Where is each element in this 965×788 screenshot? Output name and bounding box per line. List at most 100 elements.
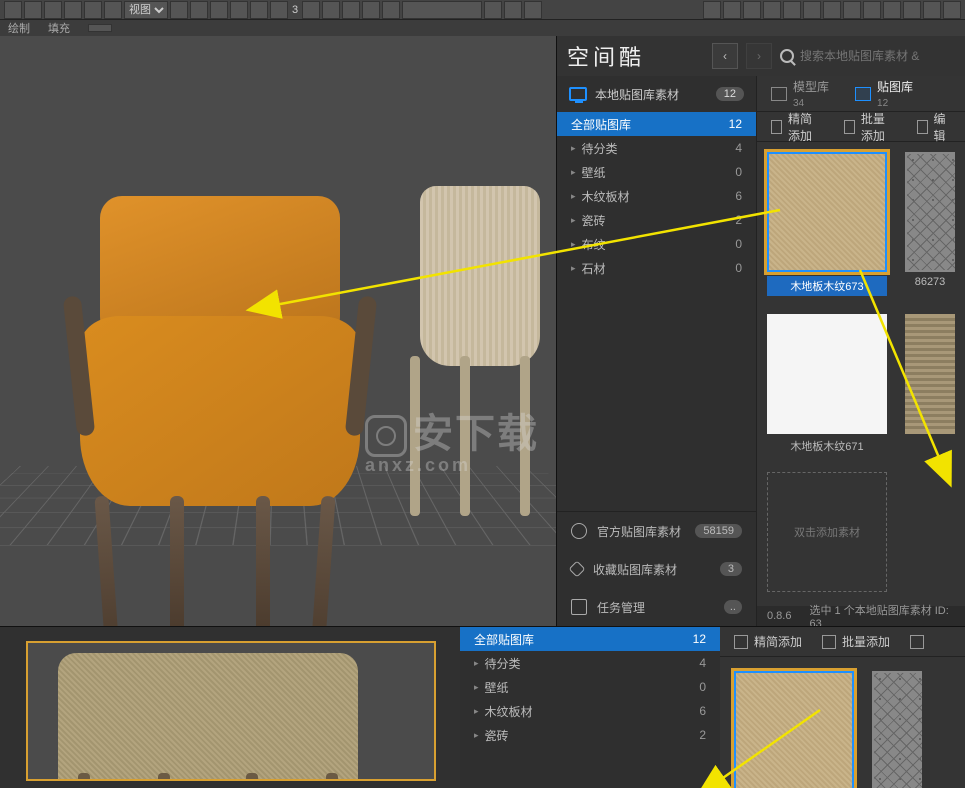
tool-btn[interactable] (210, 1, 228, 19)
category-label: 布纹 (582, 236, 606, 253)
tool-btn[interactable] (230, 1, 248, 19)
category-label: 石材 (582, 260, 606, 277)
bottom-links: 官方贴图库素材 58159 收藏贴图库素材 3 任务管理 .. (557, 511, 756, 626)
chevron-right-icon: ▸ (474, 682, 479, 693)
sub-indicator (88, 24, 112, 32)
tool-btn[interactable] (823, 1, 841, 19)
monitor-icon (569, 87, 587, 101)
tabs: 模型库34 贴图库12 (757, 76, 965, 112)
category-item[interactable]: ▸木纹板材6 (557, 184, 756, 208)
action-slim-add-2[interactable]: 精简添加 (734, 633, 802, 650)
sub-label-fill[interactable]: 填充 (48, 20, 70, 36)
tool-btn[interactable] (322, 1, 340, 19)
category-item[interactable]: ▸壁纸0 (557, 160, 756, 184)
tool-btn[interactable] (883, 1, 901, 19)
tool-btn[interactable] (923, 1, 941, 19)
tool-btn[interactable] (64, 1, 82, 19)
tool-btn[interactable] (190, 1, 208, 19)
texture-thumb[interactable]: 86273 (905, 152, 955, 296)
category-count: 2 (735, 213, 742, 227)
tool-btn[interactable] (903, 1, 921, 19)
nav-back-button[interactable]: ‹ (712, 43, 738, 69)
category-count: 0 (699, 680, 706, 694)
right-column: 模型库34 贴图库12 精简添加 批量添加 编辑 木地板木纹673 (757, 76, 965, 626)
sub-label-draw[interactable]: 绘制 (8, 20, 30, 36)
texture-thumb[interactable] (905, 314, 955, 454)
tool-btn[interactable] (44, 1, 62, 19)
texture-thumb[interactable]: 木地板木纹671 (767, 314, 887, 454)
category-count: 12 (729, 117, 742, 131)
tool-btn[interactable] (362, 1, 380, 19)
tool-btn[interactable] (843, 1, 861, 19)
category-item[interactable]: ▸布纹0 (557, 232, 756, 256)
category-item[interactable]: 全部贴图库12 (557, 112, 756, 136)
chair-wood-object[interactable] (380, 186, 556, 506)
category-item[interactable]: ▸待分类4 (460, 651, 720, 675)
action-edit[interactable]: 编辑 (917, 110, 951, 144)
tool-btn[interactable] (270, 1, 288, 19)
category-item[interactable]: ▸壁纸0 (460, 675, 720, 699)
link-official-label: 官方贴图库素材 (597, 523, 681, 540)
action-edit-2[interactable] (910, 635, 924, 649)
empty-add-slot[interactable]: 双击添加素材 (767, 472, 887, 592)
tool-btn[interactable] (504, 1, 522, 19)
chevron-right-icon: ▸ (474, 658, 479, 669)
tool-btn[interactable] (342, 1, 360, 19)
tool-btn[interactable] (743, 1, 761, 19)
nav-fwd-button[interactable]: › (746, 43, 772, 69)
chair-orange-object[interactable] (70, 196, 370, 636)
tool-btn[interactable] (302, 1, 320, 19)
tool-btn[interactable] (863, 1, 881, 19)
status-bar: 0.8.6 选中 1 个本地贴图库素材 ID: 63 (757, 606, 965, 626)
tool-btn[interactable] (250, 1, 268, 19)
tab-model-label: 模型库 (793, 80, 829, 94)
search-input[interactable] (800, 49, 955, 63)
tool-btn[interactable] (4, 1, 22, 19)
texture-preview (905, 152, 955, 272)
tab-model[interactable]: 模型库34 (771, 78, 829, 109)
link-tasks[interactable]: 任务管理 .. (557, 588, 756, 626)
local-head[interactable]: 本地贴图库素材 12 (557, 76, 756, 112)
tab-texture-label: 贴图库 (877, 80, 913, 94)
tool-btn[interactable] (524, 1, 542, 19)
tool-btn[interactable] (170, 1, 188, 19)
category-item[interactable]: ▸瓷砖2 (460, 723, 720, 747)
texture-thumb-2-selected[interactable] (734, 671, 854, 788)
viewport-thumb-inner[interactable] (26, 641, 436, 781)
tool-btn[interactable] (484, 1, 502, 19)
tool-dropdown[interactable] (402, 1, 482, 19)
texture-preview (905, 314, 955, 434)
tool-btn[interactable] (104, 1, 122, 19)
material-panel: 空间酷 ‹ › 本地贴图库素材 12 全部贴图库12▸待分类4▸壁纸0▸木纹板材… (556, 36, 965, 626)
tool-btn[interactable] (783, 1, 801, 19)
tool-btn[interactable] (382, 1, 400, 19)
category-item[interactable]: ▸木纹板材6 (460, 699, 720, 723)
category-list-2: 全部贴图库12▸待分类4▸壁纸0▸木纹板材6▸瓷砖2 (460, 627, 720, 788)
tool-btn[interactable] (723, 1, 741, 19)
panel-secondary: 全部贴图库12▸待分类4▸壁纸0▸木纹板材6▸瓷砖2 精简添加 批量添加 (0, 626, 965, 788)
tool-btn[interactable] (84, 1, 102, 19)
tool-btn[interactable] (803, 1, 821, 19)
snap-label: 3 (290, 4, 300, 16)
texture-thumb-2[interactable] (872, 671, 922, 788)
action-batch-add[interactable]: 批量添加 (844, 110, 897, 144)
chevron-right-icon: ▸ (571, 215, 576, 226)
tool-btn[interactable] (943, 1, 961, 19)
tab-texture[interactable]: 贴图库12 (855, 78, 913, 109)
action-row: 精简添加 批量添加 编辑 (757, 112, 965, 142)
edit-icon (910, 635, 924, 649)
view-dropdown[interactable]: 视图 (124, 1, 168, 19)
action-batch-add-2[interactable]: 批量添加 (822, 633, 890, 650)
link-favorite[interactable]: 收藏贴图库素材 3 (557, 550, 756, 588)
action-slim-add[interactable]: 精简添加 (771, 110, 824, 144)
tool-btn[interactable] (703, 1, 721, 19)
category-item[interactable]: 全部贴图库12 (460, 627, 720, 651)
category-item[interactable]: ▸瓷砖2 (557, 208, 756, 232)
category-item[interactable]: ▸待分类4 (557, 136, 756, 160)
link-official[interactable]: 官方贴图库素材 58159 (557, 512, 756, 550)
tool-btn[interactable] (763, 1, 781, 19)
tool-btn[interactable] (24, 1, 42, 19)
category-item[interactable]: ▸石材0 (557, 256, 756, 280)
texture-preview (767, 152, 887, 272)
texture-thumb-selected[interactable]: 木地板木纹673 (767, 152, 887, 296)
